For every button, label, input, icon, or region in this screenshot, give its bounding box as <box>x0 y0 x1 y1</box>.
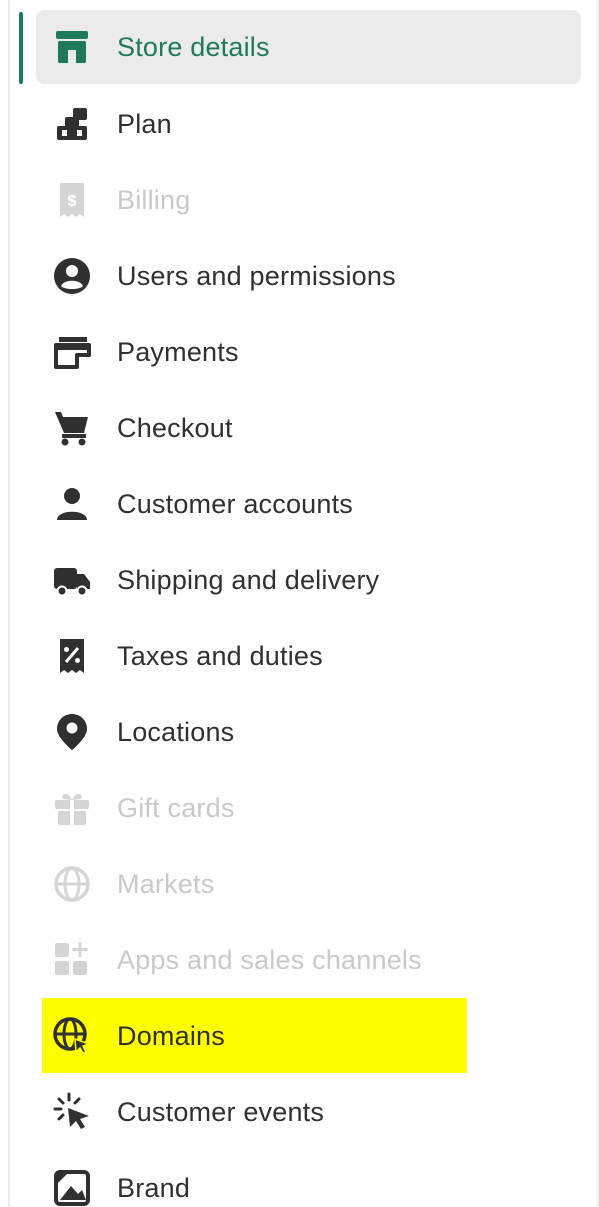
nav-item-customer-events[interactable]: Customer events <box>36 1074 581 1150</box>
nav-item-payments[interactable]: Payments <box>36 314 581 390</box>
gift-icon <box>50 786 94 830</box>
nav-item-customer-accounts[interactable]: Customer accounts <box>36 466 581 542</box>
click-cursor-icon <box>50 1090 94 1134</box>
plan-icon <box>50 102 94 146</box>
nav-label-shipping-and-delivery: Shipping and delivery <box>117 564 380 595</box>
nav-label-domains: Domains <box>117 1020 225 1051</box>
nav-label-brand: Brand <box>117 1172 191 1203</box>
settings-nav-list: Store details Plan $ Billing Users and p… <box>36 10 581 1207</box>
nav-label-payments: Payments <box>117 336 239 367</box>
nav-label-billing: Billing <box>117 184 191 215</box>
nav-label-plan: Plan <box>117 108 172 139</box>
nav-item-billing[interactable]: $ Billing <box>36 162 581 238</box>
nav-label-customer-accounts: Customer accounts <box>117 488 353 519</box>
store-icon <box>50 25 94 69</box>
nav-label-locations: Locations <box>117 716 235 747</box>
nav-label-gift-cards: Gift cards <box>117 792 235 823</box>
user-circle-icon <box>50 254 94 298</box>
billing-receipt-icon: $ <box>50 178 94 222</box>
nav-item-store-details[interactable]: Store details <box>36 10 581 84</box>
nav-label-taxes-and-duties: Taxes and duties <box>117 640 323 671</box>
nav-label-store-details: Store details <box>117 31 270 62</box>
payments-card-icon <box>50 330 94 374</box>
tax-receipt-icon <box>50 634 94 678</box>
brand-image-icon <box>50 1166 94 1207</box>
person-icon <box>50 482 94 526</box>
nav-item-brand[interactable]: Brand <box>36 1150 581 1207</box>
nav-item-locations[interactable]: Locations <box>36 694 581 770</box>
nav-label-apps-and-sales-channels: Apps and sales channels <box>117 944 422 975</box>
nav-item-markets[interactable]: Markets <box>36 846 581 922</box>
nav-item-apps-and-sales-channels[interactable]: Apps and sales channels <box>36 922 581 998</box>
globe-cursor-icon <box>50 1014 94 1058</box>
globe-icon <box>50 862 94 906</box>
apps-grid-icon <box>50 938 94 982</box>
settings-sidebar-page: Store details Plan $ Billing Users and p… <box>0 0 599 1207</box>
nav-item-plan[interactable]: Plan <box>36 86 581 162</box>
left-rail-divider <box>8 0 10 1207</box>
nav-item-checkout[interactable]: Checkout <box>36 390 581 466</box>
cart-icon <box>50 406 94 450</box>
nav-label-users-and-permissions: Users and permissions <box>117 260 396 291</box>
svg-text:$: $ <box>68 193 77 210</box>
nav-item-taxes-and-duties[interactable]: Taxes and duties <box>36 618 581 694</box>
nav-item-domains[interactable]: Domains <box>36 998 581 1074</box>
nav-label-customer-events: Customer events <box>117 1096 325 1127</box>
nav-item-users-and-permissions[interactable]: Users and permissions <box>36 238 581 314</box>
nav-item-shipping-and-delivery[interactable]: Shipping and delivery <box>36 542 581 618</box>
location-pin-icon <box>50 710 94 754</box>
active-item-indicator <box>19 12 23 84</box>
nav-item-gift-cards[interactable]: Gift cards <box>36 770 581 846</box>
nav-label-checkout: Checkout <box>117 412 233 443</box>
truck-icon <box>50 558 94 602</box>
nav-label-markets: Markets <box>117 868 215 899</box>
